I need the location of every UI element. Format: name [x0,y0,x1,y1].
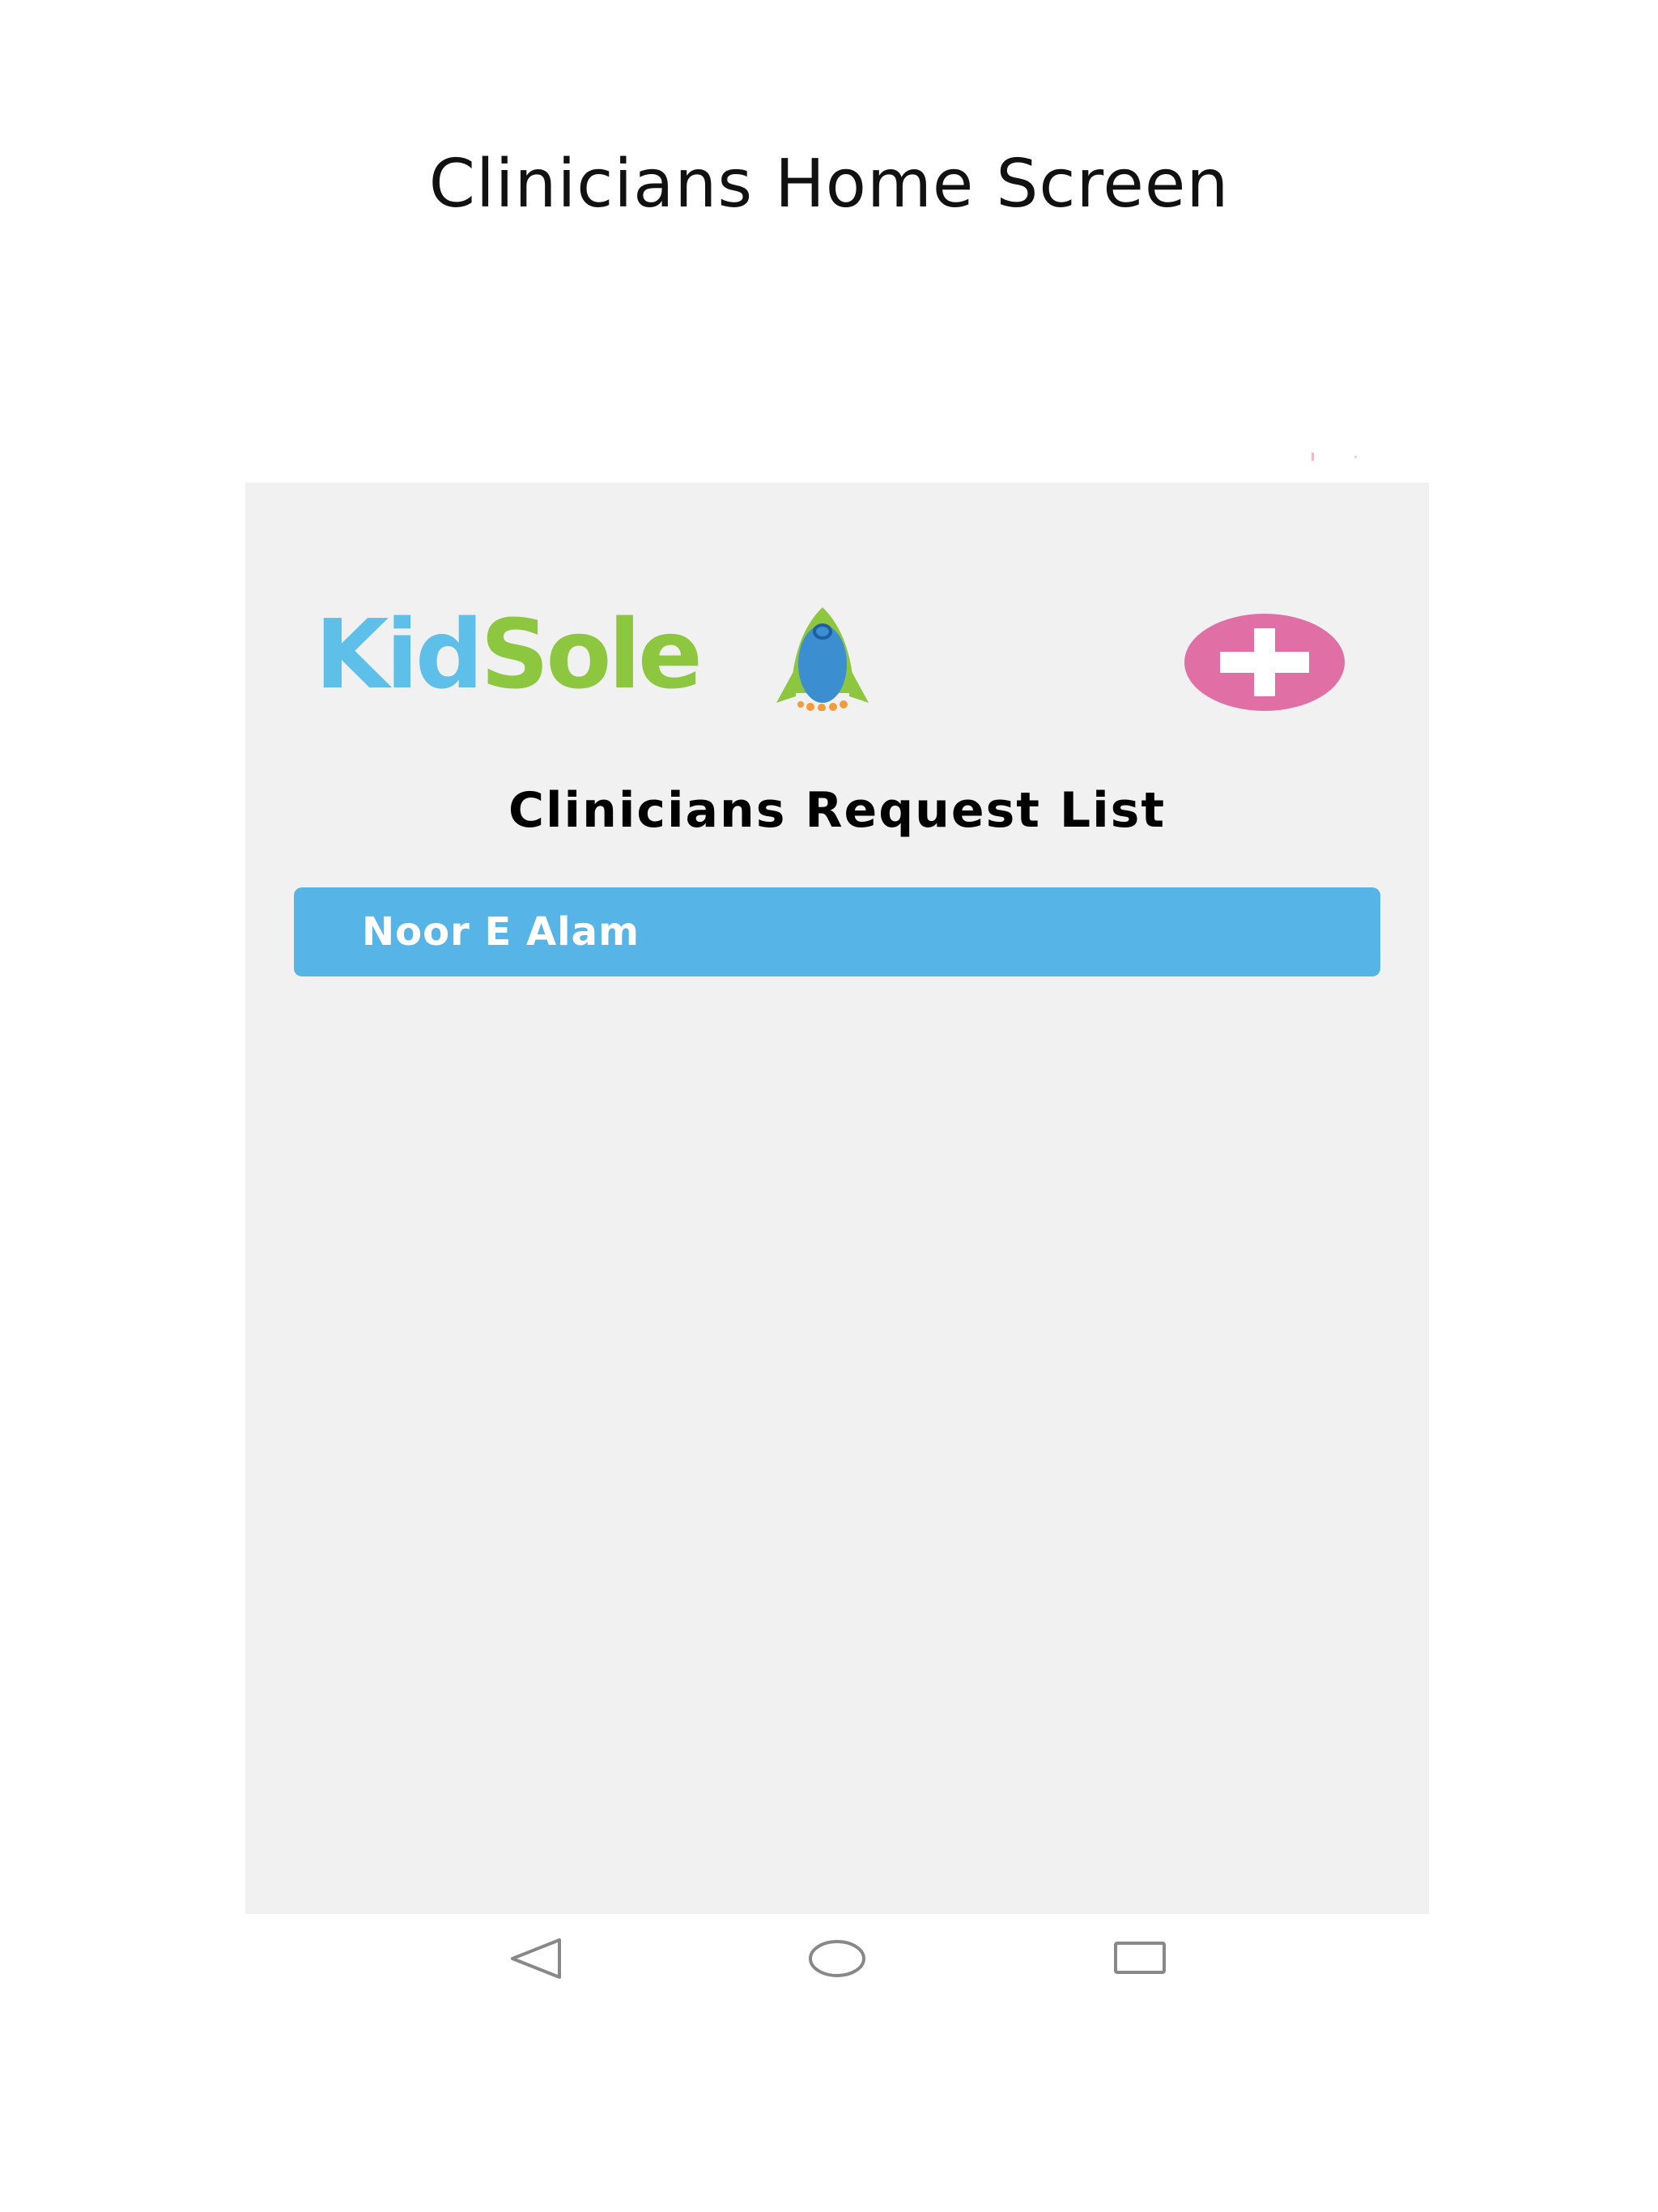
logo-text-kid: Kid [315,598,483,710]
kidsole-logo: KidSole [315,598,882,711]
request-item-name: Noor E Alam [362,909,640,955]
back-triangle-icon [511,1938,561,1979]
logo-wordmark: KidSole [315,598,703,711]
list-title: Clinicians Request List [508,782,1167,839]
home-circle-icon [809,1940,865,1977]
add-button[interactable] [1184,614,1345,711]
recents-square-icon [1114,1942,1166,1974]
status-bar-marks [1310,450,1358,462]
page-heading: Clinicians Home Screen [428,146,1230,223]
logo-text-sole: Sole [480,598,703,710]
phone-screen: KidSole Clinicians Request List Noor E A… [245,483,1429,1914]
logo-foot-rocket-icon [776,607,869,711]
home-button[interactable] [801,1930,874,1987]
request-list-item[interactable]: Noor E Alam [294,887,1380,976]
plus-icon-vertical [1254,628,1275,696]
system-nav-bar [245,1914,1429,2003]
recents-button[interactable] [1103,1930,1176,1987]
back-button[interactable] [498,1930,571,1987]
